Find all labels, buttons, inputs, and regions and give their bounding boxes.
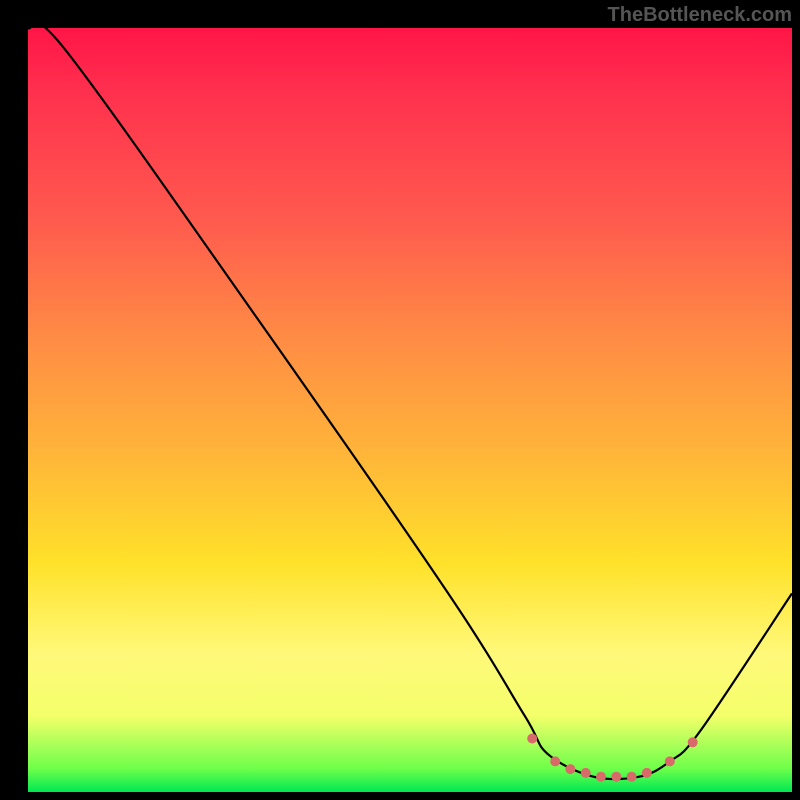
watermark-text: TheBottleneck.com <box>608 4 792 27</box>
marker-dot <box>581 768 591 778</box>
marker-dot <box>688 737 698 747</box>
curve-svg <box>28 28 792 792</box>
marker-dot <box>627 772 637 782</box>
bottleneck-curve <box>28 23 792 779</box>
chart-frame: TheBottleneck.com <box>0 0 800 800</box>
marker-dot <box>565 764 575 774</box>
marker-dot <box>611 772 621 782</box>
marker-dot <box>596 772 606 782</box>
marker-dot <box>550 756 560 766</box>
plot-area <box>28 28 792 792</box>
marker-group <box>527 734 698 782</box>
marker-dot <box>642 768 652 778</box>
marker-dot <box>527 734 537 744</box>
marker-dot <box>665 756 675 766</box>
